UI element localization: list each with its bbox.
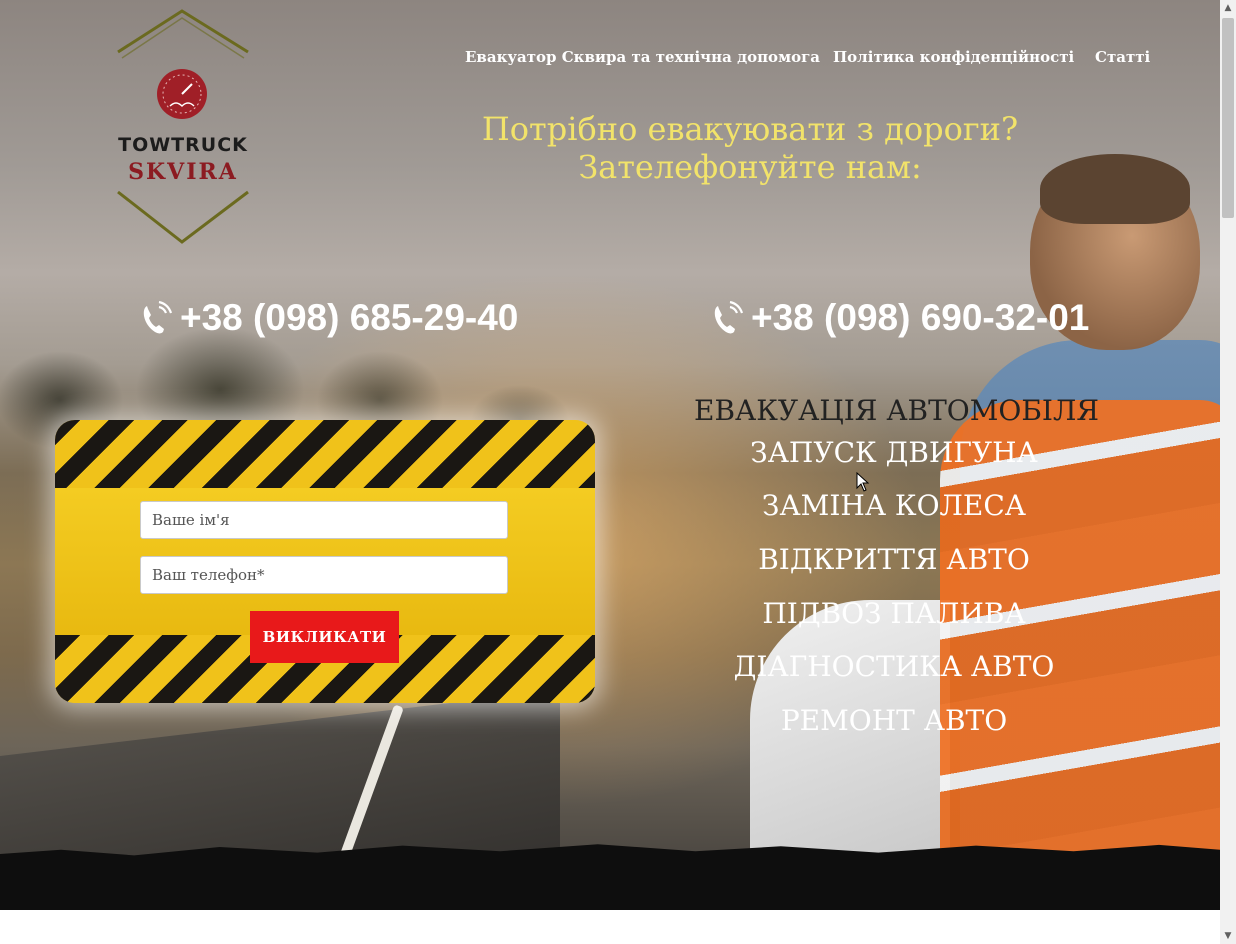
logo-frame-icon [117, 9, 249, 244]
headline-line-1: Потрібно евакуювати з дороги? [481, 110, 1019, 148]
nav-link-articles[interactable]: Статті [1095, 48, 1150, 72]
logo-line-skvira: SKVIRA [128, 159, 238, 185]
mouse-cursor-icon [856, 472, 870, 492]
nav-link-tow-truck[interactable]: Евакуатор Сквира та технічна допомога [465, 48, 820, 72]
phone-input[interactable] [140, 556, 508, 594]
headline-line-2: Зателефонуйте нам: [578, 148, 922, 186]
callback-form-panel: ВИКЛИКАТИ [55, 420, 595, 703]
phone-ringing-icon [143, 301, 173, 334]
logo-line-towtruck: TOWTRUCK [118, 134, 248, 156]
service-item-car-opening[interactable]: ВІДКРИТТЯ АВТО [694, 543, 1094, 576]
scrollbar-thumb[interactable] [1222, 18, 1234, 218]
site-logo[interactable]: TOWTRUCK SKVIRA [108, 8, 258, 248]
name-input[interactable] [140, 501, 508, 539]
phone-link-1[interactable]: +38 (098) 685-29-40 [140, 295, 518, 341]
phone-link-2[interactable]: +38 (098) 690-32-01 [711, 295, 1089, 341]
nav-link-privacy-policy[interactable]: Політика конфіденційності [833, 48, 1074, 72]
phone-number-2: +38 (098) 690-32-01 [751, 297, 1090, 338]
phone-ringing-icon [714, 301, 744, 334]
hazard-stripes-top [55, 420, 595, 488]
service-item-diagnostics[interactable]: ДІАГНОСТИКА АВТО [694, 650, 1094, 683]
service-item-fuel-delivery[interactable]: ПІДВОЗ ПАЛИВА [694, 597, 1094, 630]
hero-headline: Потрібно евакуювати з дороги? Зателефону… [440, 110, 1060, 186]
service-item-evacuation[interactable]: ЕВАКУАЦІЯ АВТОМОБІЛЯ [694, 394, 1099, 427]
service-item-repair[interactable]: РЕМОНТ АВТО [694, 704, 1094, 737]
service-item-wheel-change[interactable]: ЗАМІНА КОЛЕСА [694, 489, 1094, 522]
phone-number-1: +38 (098) 685-29-40 [180, 297, 519, 338]
arrow-up-icon[interactable]: ▲ [1220, 0, 1236, 16]
arrow-down-icon[interactable]: ▼ [1220, 928, 1236, 944]
service-item-engine-start[interactable]: ЗАПУСК ДВИГУНА [694, 436, 1094, 469]
page-scrollbar[interactable]: ▲ ▼ [1220, 0, 1236, 944]
call-button[interactable]: ВИКЛИКАТИ [250, 611, 399, 663]
